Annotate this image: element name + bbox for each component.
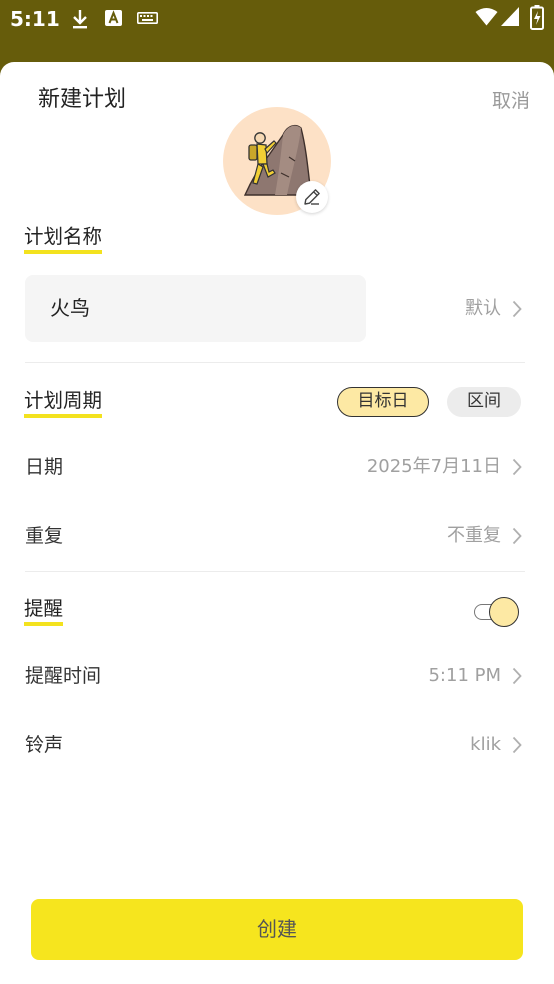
divider: [25, 571, 525, 572]
toggle-knob: [489, 597, 519, 627]
reminder-time-label: 提醒时间: [25, 665, 102, 687]
download-icon: [73, 10, 87, 29]
page-title: 新建计划: [38, 87, 127, 112]
chevron-right-icon: [512, 458, 522, 476]
plan-name-field[interactable]: 火鸟: [25, 275, 366, 342]
pencil-icon: [304, 189, 320, 205]
create-button[interactable]: 创建: [31, 899, 523, 960]
chevron-right-icon: [512, 736, 522, 754]
date-value: 2025年7月11日: [366, 456, 501, 477]
date-label: 日期: [25, 456, 64, 478]
chevron-right-icon: [512, 667, 522, 685]
keyboard-icon: [137, 12, 158, 24]
repeat-label: 重复: [25, 525, 64, 547]
ringtone-value: klik: [470, 734, 501, 755]
cancel-button[interactable]: 取消: [492, 88, 530, 114]
divider: [25, 362, 525, 363]
date-picker[interactable]: 2025年7月11日: [367, 452, 522, 482]
reminder-time-picker[interactable]: 5:11 PM: [428, 661, 522, 691]
status-bar: 5:11: [0, 0, 554, 62]
default-name-button[interactable]: 默认: [465, 294, 522, 324]
segment-range[interactable]: 区间: [447, 387, 521, 417]
font-a-icon: [105, 10, 122, 26]
plan-name-label: 计划名称: [24, 224, 103, 254]
status-time: 5:11: [10, 7, 60, 31]
repeat-picker[interactable]: 不重复: [447, 521, 522, 551]
signal-icon: [501, 7, 519, 26]
ringtone-label: 铃声: [25, 734, 64, 756]
chevron-right-icon: [512, 300, 522, 318]
chevron-right-icon: [512, 527, 522, 545]
wifi-icon: [475, 8, 498, 26]
repeat-value: 不重复: [447, 525, 501, 546]
reminder-time-value: 5:11 PM: [428, 665, 501, 686]
segment-target-day[interactable]: 目标日: [337, 387, 429, 417]
battery-icon: [530, 5, 544, 30]
reminder-toggle[interactable]: [474, 597, 520, 627]
edit-avatar-button[interactable]: [296, 181, 328, 213]
plan-period-label: 计划周期: [24, 388, 103, 418]
reminder-label: 提醒: [24, 596, 64, 626]
ringtone-picker[interactable]: klik: [470, 730, 522, 760]
default-name-label: 默认: [465, 298, 501, 319]
